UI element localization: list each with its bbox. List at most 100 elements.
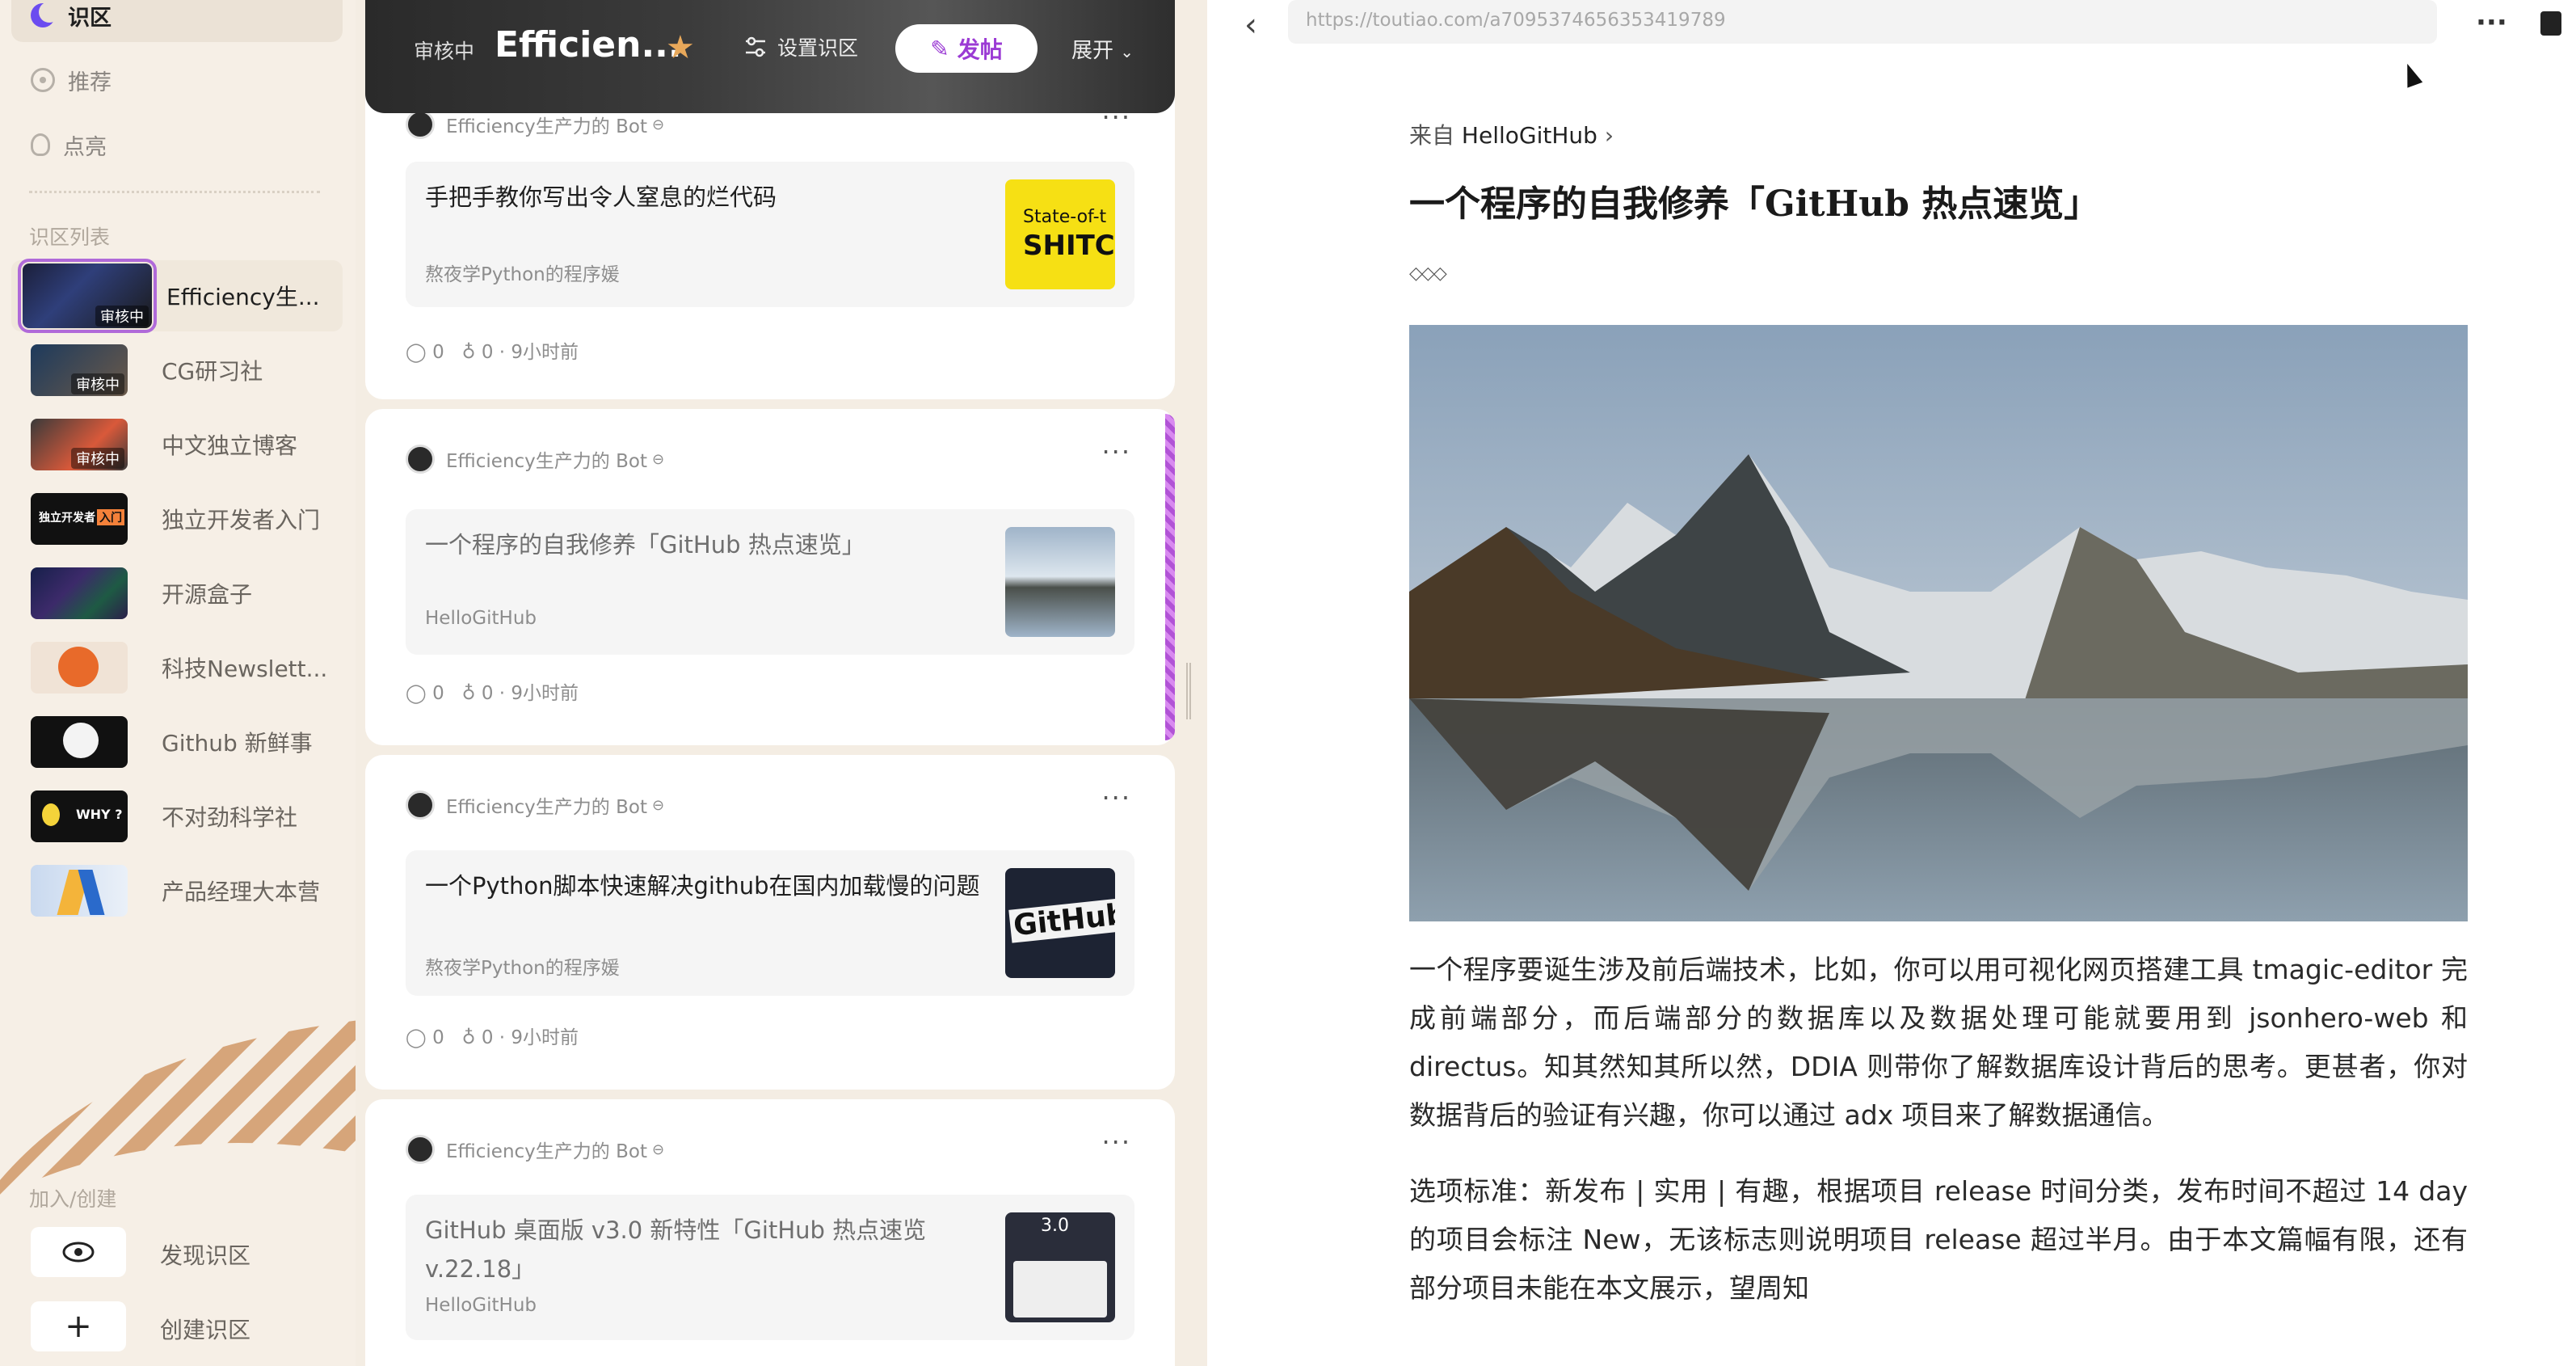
pane-resize-handle[interactable]	[1186, 663, 1191, 719]
circle-thumb: 审核中	[31, 344, 128, 396]
discover-circle-label[interactable]: 发现识区	[160, 1238, 250, 1271]
plus-icon: +	[65, 1308, 92, 1345]
circle-name: 中文独立博客	[162, 432, 298, 459]
comment-icon[interactable]: ◯	[406, 1027, 427, 1048]
star-icon[interactable]: ★	[666, 29, 695, 66]
settings-button[interactable]: 设置识区	[743, 32, 858, 61]
post-card[interactable]: Efficiency生产力的 Bot ⊖ ··· GitHub 桌面版 v3.0…	[365, 1099, 1175, 1366]
circle-item-science[interactable]: WHY ? 不对劲科学社	[11, 781, 343, 852]
circle-name: 科技Newslett...	[162, 656, 328, 682]
thumb-text: State-of-t	[1023, 207, 1107, 227]
circle-item-github[interactable]: Github 新鲜事	[11, 706, 343, 778]
more-icon[interactable]: ···	[1101, 436, 1131, 467]
post-stats: ◯ 0 ♁ 0 · 9小时前	[406, 1022, 579, 1049]
article-source[interactable]: 来自 HelloGitHub ›	[1409, 118, 1614, 150]
more-icon[interactable]: ···	[1101, 782, 1131, 813]
article-reader: ‹ https://toutiao.com/a70953746563534197…	[1207, 0, 2576, 1366]
create-circle-label[interactable]: 创建识区	[160, 1313, 250, 1345]
avatar	[406, 791, 435, 820]
link-source: HelloGitHub	[425, 608, 537, 629]
link-source: HelloGitHub	[425, 1295, 537, 1316]
more-icon[interactable]: ···	[1101, 1127, 1131, 1157]
post-author: Efficiency生产力的 Bot ⊖	[406, 791, 664, 820]
circle-item-efficiency[interactable]: 审核中 Efficiency生...	[11, 259, 343, 333]
circle-list-label: 识区列表	[29, 226, 111, 249]
source-prefix: 来自	[1409, 122, 1455, 149]
like-count: 0	[481, 342, 494, 363]
circle-title: Efficien...	[495, 24, 682, 65]
compass-icon	[31, 68, 55, 92]
circle-thumb: 独立开发者 入门	[31, 493, 128, 545]
nav-label: 推荐	[68, 70, 112, 95]
sliders-icon	[746, 36, 765, 57]
comment-count: 0	[432, 683, 444, 704]
pen-icon: ✎	[930, 35, 949, 62]
circle-item-newsletter[interactable]: 科技Newslett...	[11, 632, 343, 703]
post-card[interactable]: Efficiency生产力的 Bot ⊖ ··· 一个程序的自我修养「GitHu…	[365, 409, 1175, 745]
link-source: 熬夜学Python的程序媛	[425, 958, 620, 979]
circle-thumb: 审核中	[18, 259, 157, 333]
circle-item-indie[interactable]: 独立开发者 入门 独立开发者入门	[11, 483, 343, 554]
expand-button[interactable]: 展开 ⌄	[1071, 34, 1134, 64]
bot-icon: ⊖	[651, 796, 665, 814]
comment-icon[interactable]: ◯	[406, 342, 427, 363]
bot-icon: ⊖	[651, 1140, 665, 1158]
eye-icon	[62, 1242, 95, 1263]
post-time: 9小时前	[511, 1027, 579, 1048]
article-paragraph: 一个程序要诞生涉及前后端技术，比如，你可以用可视化网页搭建工具 tmagic-e…	[1409, 954, 2468, 1131]
status-badge: 审核中	[414, 40, 475, 63]
feed-column: 审核中 Efficien... ★ 设置识区 ✎ 发帖 展开 ⌄ Efficie…	[365, 0, 1175, 1366]
circle-name: CG研习社	[162, 358, 263, 385]
circle-thumb: 审核中	[31, 419, 128, 470]
nav-label: 点亮	[63, 134, 107, 160]
like-count: 0	[481, 683, 494, 704]
comment-icon[interactable]: ◯	[406, 683, 427, 704]
nav-item-light[interactable]: 点亮	[11, 118, 343, 171]
link-title: GitHub 桌面版 v3.0 新特性「GitHub 热点速览 v.22.18」	[425, 1216, 927, 1283]
bulb-icon	[31, 133, 50, 156]
url-bar[interactable]: https://toutiao.com/a7095374656353419789	[1288, 0, 2437, 44]
post-button[interactable]: ✎ 发帖	[895, 24, 1038, 73]
more-icon[interactable]: ···	[2476, 6, 2507, 39]
like-count: 0	[481, 1027, 494, 1048]
circle-item-cg[interactable]: 审核中 CG研习社	[11, 335, 343, 406]
create-circle-button[interactable]: +	[31, 1301, 126, 1351]
comment-count: 0	[432, 1027, 444, 1048]
author-name: Efficiency生产力的 Bot	[446, 451, 647, 472]
circle-name: 独立开发者入门	[162, 507, 321, 533]
note-icon[interactable]	[2540, 11, 2561, 36]
post-author: Efficiency生产力的 Bot ⊖	[406, 1135, 664, 1164]
post-time: 9小时前	[511, 342, 579, 363]
status-badge: 审核中	[71, 373, 124, 394]
discover-circle-button[interactable]	[31, 1227, 126, 1277]
post-card[interactable]: Efficiency生产力的 Bot ⊖ ··· 一个Python脚本快速解决g…	[365, 755, 1175, 1090]
circle-item-pm[interactable]: 产品经理大本营	[11, 855, 343, 926]
separator: ·	[499, 342, 506, 363]
link-preview[interactable]: 手把手教你写出令人窒息的烂代码 熬夜学Python的程序媛 State-of-t…	[406, 162, 1134, 307]
link-preview[interactable]: 一个程序的自我修养「GitHub 热点速览」 HelloGitHub	[406, 509, 1134, 655]
circle-name: Efficiency生...	[166, 284, 320, 310]
link-preview[interactable]: GitHub 桌面版 v3.0 新特性「GitHub 热点速览 v.22.18」…	[406, 1195, 1134, 1340]
back-icon[interactable]: ‹	[1244, 6, 1257, 44]
settings-label: 设置识区	[777, 36, 859, 60]
link-preview[interactable]: 一个Python脚本快速解决github在国内加载慢的问题 熬夜学Python的…	[406, 850, 1134, 996]
bulb-icon[interactable]: ♁	[462, 342, 476, 363]
chevron-down-icon: ⌄	[1120, 42, 1134, 61]
circle-header: 审核中 Efficien... ★ 设置识区 ✎ 发帖 展开 ⌄	[365, 0, 1175, 113]
bulb-icon[interactable]: ♁	[462, 683, 476, 704]
bulb-icon[interactable]: ♁	[462, 1027, 476, 1048]
nav-item-recommend[interactable]: 推荐	[11, 53, 343, 107]
circle-item-blog[interactable]: 审核中 中文独立博客	[11, 409, 343, 480]
decorative-pattern	[0, 1018, 356, 1196]
circle-name: Github 新鲜事	[162, 730, 313, 757]
circle-name: 开源盒子	[162, 581, 253, 608]
post-author: Efficiency生产力的 Bot ⊖	[406, 110, 664, 139]
circle-item-opensource[interactable]: 开源盒子	[11, 558, 343, 629]
nav-item-circles[interactable]: 识区	[11, 0, 343, 42]
thumb-text: 3.0	[1041, 1216, 1069, 1236]
ornament-icon: ◇◇◇	[1409, 264, 1447, 284]
link-title: 手把手教你写出令人窒息的烂代码	[425, 183, 777, 211]
thumb-text: GitHub	[1008, 897, 1115, 943]
status-badge: 审核中	[71, 448, 124, 469]
circle-thumb	[31, 716, 128, 768]
